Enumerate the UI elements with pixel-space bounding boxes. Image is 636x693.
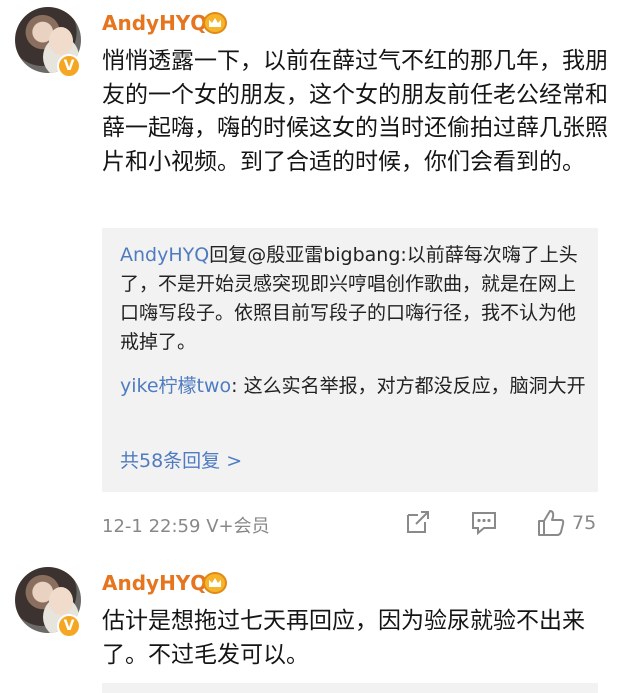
reply-box[interactable]: AndyHYQ回复@殷亚雷bigbang:以前薛每次嗨了上头了，不是开始灵感突现… <box>102 228 598 492</box>
username[interactable]: AndyHYQ <box>102 571 207 595</box>
share-button[interactable] <box>404 508 432 536</box>
v-badge-icon: V <box>57 614 81 638</box>
reply-text: : 这么实名举报，对方都没反应，脑洞大开 <box>231 375 586 397</box>
like-count: 75 <box>572 512 597 534</box>
comment-text: 估计是想拖过七天再回应，因为验尿就验不出来了。不过毛发可以。 <box>102 608 585 668</box>
comment-meta: 12-1 22:59 V+会员 <box>102 512 270 538</box>
comment-button[interactable] <box>470 508 498 536</box>
crown-icon <box>203 572 227 594</box>
reply-item[interactable]: yike柠檬two: 这么实名举报，对方都没反应，脑洞大开 <box>120 372 590 401</box>
comment-text: 悄悄透露一下，以前在薛过气不红的那几年，我朋友的一个女的朋友，这个女的朋友前任老… <box>102 48 608 175</box>
v-badge-icon: V <box>57 54 81 78</box>
comment-icon <box>472 512 496 536</box>
reply-item[interactable]: AndyHYQ回复@殷亚雷bigbang:以前薛每次嗨了上头了，不是开始灵感突现… <box>120 241 590 357</box>
vip-label[interactable]: V+会员 <box>206 516 269 537</box>
comment-item: V AndyHYQ 估计是想拖过七天再回应，因为验尿就验不出来了。不过毛发可以。 <box>0 560 636 693</box>
reply-username[interactable]: AndyHYQ <box>120 244 209 266</box>
crown-icon <box>203 12 227 34</box>
share-icon <box>407 511 429 533</box>
comment-item: V AndyHYQ 悄悄透露一下，以前在薛过气不红的那几年，我朋友的一个女的朋友… <box>0 0 636 560</box>
reply-username[interactable]: yike柠檬two <box>120 375 231 397</box>
like-icon <box>538 510 565 536</box>
more-replies-link[interactable]: 共58条回复 > <box>120 446 242 473</box>
timestamp: 12-1 22:59 <box>102 516 201 537</box>
username[interactable]: AndyHYQ <box>102 11 207 35</box>
reply-box[interactable] <box>102 683 598 693</box>
like-button[interactable]: 75 <box>536 508 596 538</box>
